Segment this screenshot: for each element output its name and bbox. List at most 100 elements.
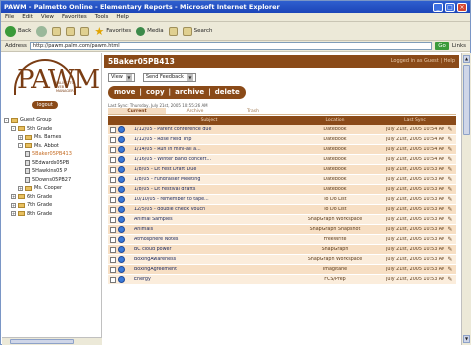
archive-button[interactable]: archive: [175, 86, 204, 99]
row-checkbox[interactable]: [110, 276, 116, 283]
logout-button[interactable]: logout: [32, 101, 58, 109]
expand-icon[interactable]: +: [11, 194, 16, 200]
edit-note-icon[interactable]: ✎: [444, 226, 456, 233]
table-row[interactable]: Energy FCS/Prep July 21st, 2005 10:53 AM ✎: [108, 275, 456, 285]
row-subject[interactable]: Animals: [134, 227, 284, 232]
row-subject[interactable]: 1/16/05 - Winter Band concert...: [134, 157, 284, 162]
edit-note-icon[interactable]: ✎: [444, 276, 456, 283]
row-subject[interactable]: BC cloud power: [134, 247, 284, 252]
tree-item[interactable]: 5Edwards05PB: [4, 159, 100, 168]
row-subject[interactable]: 1/12/05 - Parent conference due: [134, 127, 284, 132]
table-row[interactable]: 12/5/05 - double check vouch To Do List Ju…: [108, 205, 456, 215]
row-subject[interactable]: Energy: [134, 277, 284, 282]
collapse-icon[interactable]: -: [4, 117, 9, 123]
edit-note-icon[interactable]: ✎: [444, 236, 456, 243]
table-row[interactable]: 1/12/05 - Rose Field Trip Datebook July 21…: [108, 135, 456, 145]
row-checkbox[interactable]: [110, 216, 116, 223]
menu-tools[interactable]: Tools: [95, 14, 109, 20]
edit-note-icon[interactable]: ✎: [444, 146, 456, 153]
table-row[interactable]: 10/10/05 - remember to tape... To Do List…: [108, 195, 456, 205]
tab-archive[interactable]: Archive: [166, 108, 224, 114]
edit-note-icon[interactable]: ✎: [444, 126, 456, 133]
row-subject[interactable]: 1/8/05 - Fundraiser Meeting: [134, 177, 284, 182]
media-button[interactable]: Media: [136, 26, 164, 36]
tree-item[interactable]: + Ms. Cooper: [4, 184, 100, 193]
row-checkbox[interactable]: [110, 236, 116, 243]
row-checkbox[interactable]: [110, 266, 116, 273]
edit-note-icon[interactable]: ✎: [444, 266, 456, 273]
table-row[interactable]: Atmosphere Notes FreeWrite July 21st, 2005…: [108, 235, 456, 245]
edit-note-icon[interactable]: ✎: [444, 196, 456, 203]
menu-help[interactable]: Help: [116, 14, 129, 20]
minimize-button[interactable]: _: [433, 2, 443, 12]
refresh-icon[interactable]: [66, 26, 76, 36]
edit-note-icon[interactable]: ✎: [444, 206, 456, 213]
tree-item[interactable]: 5Downs05PB27: [4, 176, 100, 185]
tree-item[interactable]: - Guest Group: [4, 116, 100, 125]
table-row[interactable]: 1/16/05 - Winter Band concert... Datebook…: [108, 155, 456, 165]
row-checkbox[interactable]: [110, 206, 116, 213]
tree-item[interactable]: +8th Grade: [4, 210, 100, 219]
delete-button[interactable]: delete: [215, 86, 240, 99]
expand-icon[interactable]: +: [11, 211, 16, 217]
edit-note-icon[interactable]: ✎: [444, 216, 456, 223]
scroll-up-arrow-icon[interactable]: ▲: [463, 55, 470, 63]
stop-icon[interactable]: [52, 26, 62, 36]
row-checkbox[interactable]: [110, 186, 116, 193]
row-checkbox[interactable]: [110, 126, 116, 133]
collapse-icon[interactable]: -: [18, 143, 23, 149]
tree-item[interactable]: + Ms. Barnes: [4, 133, 100, 142]
edit-note-icon[interactable]: ✎: [444, 156, 456, 163]
move-button[interactable]: move: [114, 86, 135, 99]
table-row[interactable]: Animals SnapGraph Snapshot July 21st, 2005…: [108, 225, 456, 235]
back-button[interactable]: Back: [5, 25, 31, 37]
row-subject[interactable]: BoxingAgreement: [134, 267, 284, 272]
row-subject[interactable]: Atmosphere Notes: [134, 237, 284, 242]
row-checkbox[interactable]: [110, 146, 116, 153]
table-row[interactable]: BoxingAgreement Imagitane July 21st, 2005 …: [108, 265, 456, 275]
row-checkbox[interactable]: [110, 166, 116, 173]
table-row[interactable]: 1/8/05 - Fundraiser Meeting Datebook July …: [108, 175, 456, 185]
feedback-select[interactable]: Send Feedback ▼: [142, 73, 196, 82]
edit-note-icon[interactable]: ✎: [444, 136, 456, 143]
edit-note-icon[interactable]: ✎: [444, 186, 456, 193]
row-checkbox[interactable]: [110, 246, 116, 253]
row-subject[interactable]: 1/8/05 - Lit Festival drafts: [134, 187, 284, 192]
table-row[interactable]: BC cloud power SnapGraph July 21st, 2005 1…: [108, 245, 456, 255]
row-subject[interactable]: 10/10/05 - remember to tape...: [134, 197, 284, 202]
tab-current[interactable]: Current: [108, 108, 166, 114]
row-subject[interactable]: 1/14/05 - Run in mini-all a...: [134, 147, 284, 152]
expand-icon[interactable]: +: [11, 202, 16, 208]
row-checkbox[interactable]: [110, 256, 116, 263]
scrollbar-thumb[interactable]: [10, 339, 74, 344]
table-row[interactable]: Animal Samples SnapGraph Workspace July 21…: [108, 215, 456, 225]
search-button[interactable]: Search: [182, 26, 213, 36]
menu-favorites[interactable]: Favorites: [62, 14, 87, 20]
maximize-button[interactable]: □: [445, 2, 455, 12]
collapse-icon[interactable]: -: [11, 126, 16, 132]
row-subject[interactable]: 1/8/05 - Lit Fest Draft Due: [134, 167, 284, 172]
edit-note-icon[interactable]: ✎: [444, 166, 456, 173]
copy-button[interactable]: copy: [146, 86, 165, 99]
sidebar-horizontal-scrollbar[interactable]: [2, 337, 102, 345]
vertical-scrollbar[interactable]: ▲ ▼: [461, 53, 471, 345]
table-row[interactable]: BoxingAwareness SnapGraph Workspace July 2…: [108, 255, 456, 265]
history-icon[interactable]: [168, 26, 178, 36]
row-subject[interactable]: 12/5/05 - double check vouch: [134, 207, 284, 212]
tab-trash[interactable]: Trash: [224, 108, 282, 114]
go-button[interactable]: Go: [435, 42, 449, 50]
table-row[interactable]: 1/12/05 - Parent conference due Datebook J…: [108, 125, 456, 135]
expand-icon[interactable]: +: [18, 134, 23, 140]
view-select[interactable]: View ▼: [108, 73, 135, 82]
edit-note-icon[interactable]: ✎: [444, 256, 456, 263]
row-checkbox[interactable]: [110, 196, 116, 203]
menu-edit[interactable]: Edit: [22, 14, 33, 20]
tree-item[interactable]: - Ms. Abbot: [4, 142, 100, 151]
row-subject[interactable]: Animal Samples: [134, 217, 284, 222]
column-header-subject[interactable]: Subject: [134, 118, 284, 123]
row-checkbox[interactable]: [110, 136, 116, 143]
tree-item[interactable]: 5Hawkins05 P: [4, 167, 100, 176]
links-label[interactable]: Links: [452, 43, 466, 49]
close-button[interactable]: ×: [457, 2, 467, 12]
menu-view[interactable]: View: [41, 14, 54, 20]
